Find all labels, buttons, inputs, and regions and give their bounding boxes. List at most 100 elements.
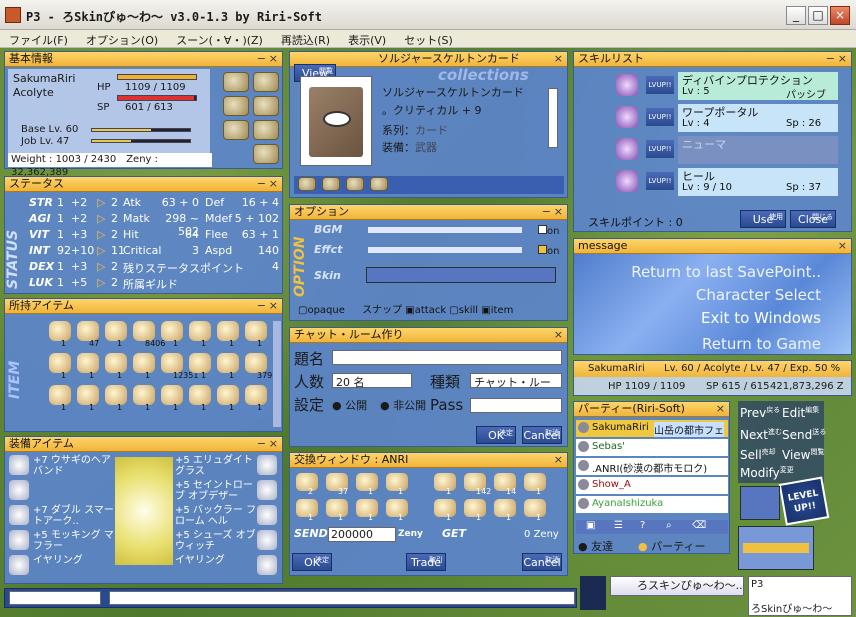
maximize-button[interactable]: □ [808, 6, 828, 25]
close-button[interactable]: × [830, 6, 850, 25]
minimize-icon[interactable]: − [257, 52, 266, 66]
party-shortcut-icon[interactable] [223, 120, 249, 140]
exit-windows-option[interactable]: Exit to Windows [701, 309, 821, 327]
panel-header[interactable]: パーティー(Riri-Soft) × [574, 402, 729, 417]
nav-view-button[interactable]: View閲覧 [782, 447, 824, 462]
stat-plus-icon[interactable]: ▷ [97, 244, 105, 257]
equip-slot-icon[interactable] [9, 505, 29, 525]
minimize-icon[interactable]: − [257, 177, 266, 191]
close-icon[interactable]: × [838, 52, 847, 66]
item-icon[interactable] [105, 385, 127, 405]
sell-button[interactable]: Sell売却 [740, 447, 776, 462]
menu-view[interactable]: 表示(V) [339, 30, 395, 48]
skill-shortcut-icon[interactable] [223, 96, 249, 116]
chat-title-input[interactable] [332, 350, 562, 365]
card-page-icon[interactable] [298, 177, 316, 191]
panel-header[interactable]: 交換ウィンドウ : ANRI × [290, 453, 567, 468]
item-icon[interactable] [49, 385, 71, 405]
item-icon[interactable] [133, 321, 155, 341]
trade-item-icon[interactable] [494, 499, 516, 517]
party-trash-icon[interactable]: ⌫ [692, 520, 706, 531]
option-shortcut-icon[interactable] [253, 120, 279, 140]
equip-slot-icon[interactable] [9, 455, 29, 475]
item-icon[interactable] [161, 353, 183, 373]
minimize-icon[interactable]: − [826, 52, 835, 66]
equip-slot-icon[interactable] [9, 480, 29, 500]
minimize-button[interactable]: _ [786, 6, 806, 25]
card-page-icon[interactable] [322, 177, 340, 191]
trade-item-icon[interactable] [524, 499, 546, 517]
friend-shortcut-icon[interactable] [253, 144, 279, 164]
chat-scroll-buttons[interactable] [580, 576, 606, 610]
equip-slot-icon[interactable] [257, 530, 277, 550]
skill-checkbox[interactable]: ▢ [449, 305, 458, 316]
equip-slot-icon[interactable] [9, 530, 29, 550]
close-icon[interactable]: × [269, 299, 278, 313]
trade-item-icon[interactable] [296, 499, 318, 517]
skin-name-box[interactable]: ろスキンぴゅ～わ～.. [610, 576, 744, 596]
next-button[interactable]: Next進む [740, 427, 782, 442]
trade-item-icon[interactable] [524, 473, 546, 491]
trade-item-icon[interactable] [356, 473, 378, 491]
panel-header[interactable]: 所持アイテム − × [5, 299, 282, 314]
item-icon[interactable] [77, 385, 99, 405]
item-shortcut-icon[interactable] [253, 72, 279, 92]
close-icon[interactable]: × [554, 328, 563, 342]
trade-cancel-button[interactable]: Cancel 取消 [522, 553, 562, 571]
menu-file[interactable]: ファイル(F) [0, 30, 77, 48]
party-search-icon[interactable]: ⌕ [666, 520, 672, 531]
equip-slot-icon[interactable] [257, 455, 277, 475]
party-help-icon[interactable]: ? [640, 520, 645, 531]
panel-header[interactable]: スキルリスト − × [574, 52, 851, 67]
party-tab[interactable]: ● パーティー [638, 538, 705, 554]
item-icon[interactable] [217, 321, 239, 341]
items-scrollbar[interactable] [273, 321, 281, 427]
card-page-icon[interactable] [370, 177, 388, 191]
close-icon[interactable]: × [838, 239, 847, 253]
stat-plus-icon[interactable]: ▷ [97, 196, 105, 209]
close-icon[interactable]: × [269, 437, 278, 451]
panel-header[interactable]: message × [574, 239, 851, 254]
item-icon[interactable] [105, 353, 127, 373]
item-icon[interactable] [217, 353, 239, 373]
item-icon[interactable] [49, 321, 71, 341]
item-icon[interactable] [77, 353, 99, 373]
item-icon[interactable] [217, 385, 239, 405]
lvup-button[interactable]: LVUP!! [646, 140, 674, 158]
close-icon[interactable]: × [554, 453, 563, 467]
trade-item-icon[interactable] [326, 499, 348, 517]
skill-icon[interactable] [616, 170, 638, 192]
item-icon[interactable] [49, 353, 71, 373]
return-game-option[interactable]: Return to Game [702, 335, 821, 353]
edit-button[interactable]: Edit編集 [782, 405, 819, 420]
trade-item-icon[interactable] [296, 473, 318, 491]
card-scrollbar[interactable] [548, 88, 558, 148]
trade-item-icon[interactable] [464, 499, 486, 517]
equip-slot-icon[interactable] [257, 505, 277, 525]
menu-soon[interactable]: スーン(・∀・)(Z) [167, 30, 272, 48]
modify-button[interactable]: Modify変更 [740, 465, 794, 480]
item-icon[interactable] [245, 385, 267, 405]
panel-header[interactable]: チャット・ルーム作り × [290, 328, 567, 343]
close-icon[interactable]: × [269, 177, 278, 191]
item-icon[interactable] [105, 321, 127, 341]
skill-use-button[interactable]: Use 使用 [740, 210, 786, 228]
send-button[interactable]: Send送る [782, 427, 826, 442]
skin-select[interactable] [366, 267, 556, 283]
minimize-icon[interactable]: − [542, 205, 551, 219]
prev-button[interactable]: Prev戻る [740, 405, 780, 420]
friend-tab[interactable]: ● 友達 [578, 538, 613, 554]
panel-header[interactable]: ステータス − × [5, 177, 282, 192]
trade-item-icon[interactable] [356, 499, 378, 517]
panel-header[interactable]: 基本情報 − × [5, 52, 282, 67]
lvup-button[interactable]: LVUP!! [646, 172, 674, 190]
send-zeny-input[interactable]: 200000 [328, 527, 396, 542]
party-window-icon[interactable]: ▣ [586, 520, 595, 531]
item-icon[interactable] [161, 321, 183, 341]
lvup-button[interactable]: LVUP!! [646, 76, 674, 94]
item-icon[interactable] [189, 385, 211, 405]
chat-message-input[interactable] [109, 591, 575, 605]
menu-set[interactable]: セット(S) [395, 30, 462, 48]
close-icon[interactable]: × [269, 52, 278, 66]
trade-item-icon[interactable] [386, 499, 408, 517]
